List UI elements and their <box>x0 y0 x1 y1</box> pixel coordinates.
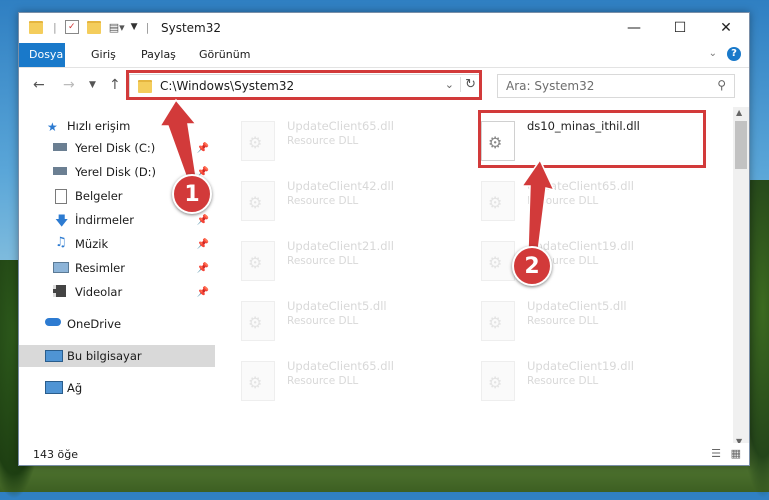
callout-2: 2 <box>512 246 552 286</box>
arrow-2 <box>520 158 556 253</box>
callout-1: 1 <box>172 174 212 214</box>
arrow-1 <box>158 98 198 177</box>
annotation-arrows <box>158 98 556 253</box>
